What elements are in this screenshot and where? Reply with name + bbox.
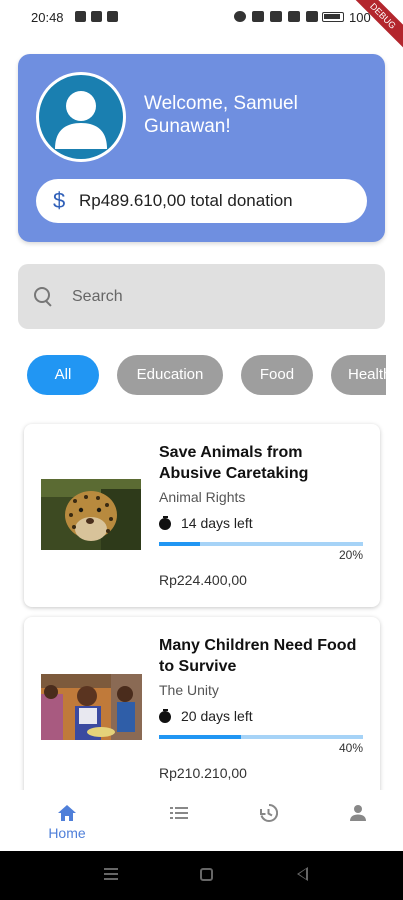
bottom-navigation: Home bbox=[0, 790, 403, 851]
battery-icon bbox=[322, 12, 344, 22]
alarm-icon bbox=[252, 11, 264, 22]
total-donation-pill: $ Rp489.610,00 total donation bbox=[36, 179, 367, 223]
nav-profile[interactable] bbox=[308, 790, 403, 851]
campaign-amount: Rp210.210,00 bbox=[159, 765, 247, 781]
search-placeholder: Search bbox=[72, 287, 123, 305]
nav-home[interactable]: Home bbox=[17, 790, 117, 851]
progress-fill bbox=[159, 542, 200, 546]
campaign-amount: Rp224.400,00 bbox=[159, 572, 247, 588]
progress-fill bbox=[159, 735, 241, 739]
person-icon bbox=[350, 805, 366, 821]
list-icon bbox=[170, 807, 188, 819]
person-avatar-icon bbox=[39, 75, 123, 159]
days-left-text: 20 days left bbox=[181, 708, 253, 724]
progress-percent: 20% bbox=[338, 548, 363, 562]
campaign-title: Many Children Need Food to Survive bbox=[159, 637, 357, 675]
welcome-message: Welcome, Samuel Gunawan! bbox=[144, 93, 298, 137]
system-navigation-bar bbox=[0, 851, 403, 900]
campaign-card[interactable]: Save Animals from Abusive Caretaking Ani… bbox=[24, 424, 380, 607]
wifi-icon bbox=[288, 11, 300, 22]
profile-header-card: Welcome, Samuel Gunawan! $ Rp489.610,00 … bbox=[18, 54, 385, 242]
nav-home-label: Home bbox=[48, 825, 86, 841]
home-icon bbox=[58, 805, 76, 821]
search-icon bbox=[34, 286, 54, 307]
search-input[interactable]: Search bbox=[18, 264, 385, 329]
campaign-card[interactable]: Many Children Need Food to Survive The U… bbox=[24, 617, 380, 817]
campaign-organization: The Unity bbox=[159, 682, 219, 698]
total-donation-text: Rp489.610,00 total donation bbox=[79, 191, 293, 210]
moon-icon bbox=[234, 11, 246, 22]
campaign-image-children bbox=[41, 674, 142, 740]
campaign-days-left: 20 days left bbox=[159, 708, 253, 724]
campaign-progress-bar bbox=[159, 735, 363, 739]
nav-history[interactable] bbox=[218, 790, 318, 851]
system-status-icons bbox=[234, 11, 318, 22]
category-chip-health[interactable]: Health bbox=[331, 355, 386, 395]
category-chip-all[interactable]: All bbox=[27, 355, 99, 395]
nav-list[interactable] bbox=[129, 790, 229, 851]
system-home-button[interactable] bbox=[200, 868, 213, 881]
timer-icon bbox=[159, 709, 173, 723]
days-left-text: 14 days left bbox=[181, 515, 253, 531]
campaign-title: Save Animals from Abusive Caretaking bbox=[159, 444, 309, 482]
data-speed-icon bbox=[270, 11, 282, 22]
progress-percent: 40% bbox=[338, 741, 363, 755]
category-chip-food[interactable]: Food bbox=[241, 355, 313, 395]
instagram-icon bbox=[107, 11, 118, 22]
campaign-progress-bar bbox=[159, 542, 363, 546]
category-chip-education[interactable]: Education bbox=[117, 355, 223, 395]
category-filter-bar: All Education Food Health bbox=[0, 355, 386, 395]
history-icon bbox=[260, 803, 278, 822]
status-bar: 20:48 100 DEBUG bbox=[0, 0, 403, 56]
back-button[interactable] bbox=[297, 867, 308, 881]
debug-banner: DEBUG bbox=[343, 0, 403, 56]
notification-icons bbox=[75, 11, 118, 22]
recent-apps-button[interactable] bbox=[104, 868, 118, 880]
campaign-organization: Animal Rights bbox=[159, 489, 246, 505]
avatar[interactable] bbox=[36, 72, 126, 162]
campaign-image-leopard bbox=[41, 479, 141, 550]
signal-icon bbox=[306, 11, 318, 22]
dollar-icon: $ bbox=[53, 188, 66, 213]
timer-icon bbox=[159, 516, 173, 530]
bag-icon bbox=[75, 11, 86, 22]
chat-icon bbox=[91, 11, 102, 22]
campaign-days-left: 14 days left bbox=[159, 515, 253, 531]
status-time: 20:48 bbox=[31, 10, 64, 25]
